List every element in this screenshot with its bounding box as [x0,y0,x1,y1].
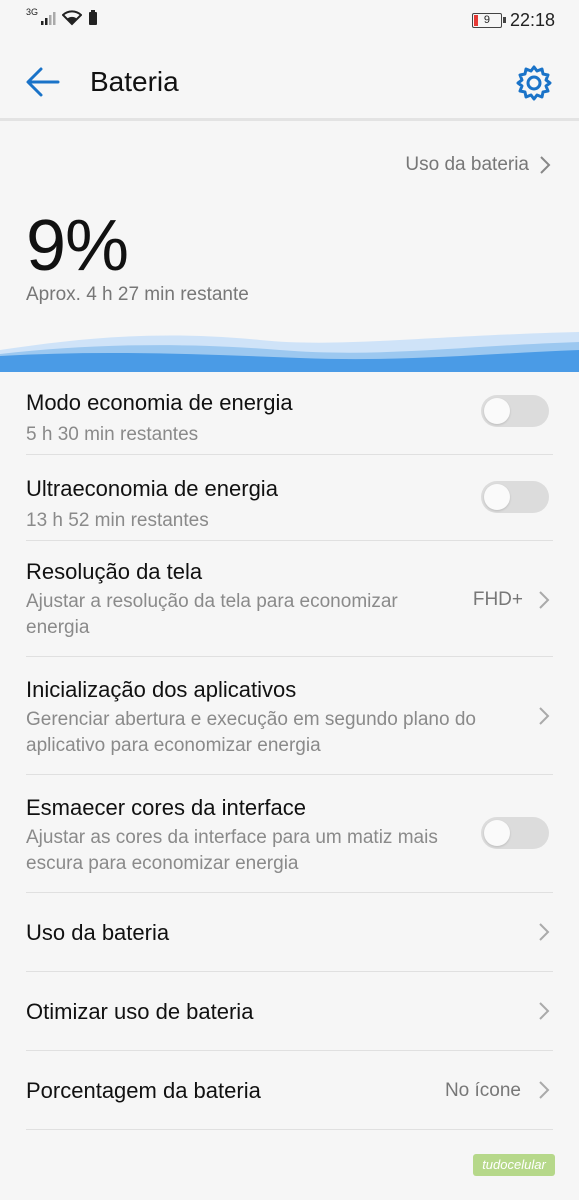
settings-button[interactable] [515,64,553,102]
settings-list: Modo economia de energia 5 h 30 min rest… [0,369,579,1130]
battery-remaining-time: Aprox. 4 h 27 min restante [26,284,249,305]
list-item-battery-percentage[interactable]: Porcentagem da bateria No ícone [26,1051,553,1130]
list-item-title: Resolução da tela [26,559,203,584]
list-item-title: Uso da bateria [26,920,170,945]
list-item-app-launch[interactable]: Inicialização dos aplicativos Gerenciar … [26,657,553,775]
back-button[interactable] [22,64,62,100]
list-item-optimize-battery[interactable]: Otimizar uso de bateria [26,972,553,1051]
list-item-subtitle: 5 h 30 min restantes [26,424,199,445]
status-bar: 3G 9 22:18 [0,0,579,44]
chevron-right-icon [539,591,550,609]
list-item-title: Esmaecer cores da interface [26,795,307,820]
gear-icon [516,65,552,101]
list-item-power-saving-mode[interactable]: Modo economia de energia 5 h 30 min rest… [26,369,553,455]
app-bar: Bateria [0,44,579,120]
status-icons-right: 9 22:18 [471,10,555,31]
list-item-title: Modo economia de energia [26,390,293,415]
list-item-subtitle: 13 h 52 min restantes [26,510,209,531]
battery-percentage-value: No ícone [444,1080,521,1101]
list-item-battery-usage[interactable]: Uso da bateria [26,893,553,972]
battery-usage-link-label: Uso da bateria [405,154,529,175]
wifi-icon [62,10,83,26]
list-item-subtitle: Ajustar a resolução da tela para economi… [26,591,398,638]
page-title: Bateria [90,66,179,97]
clock: 22:18 [509,10,555,30]
battery-level: 9 [483,14,491,26]
battery-percent: 9% [26,206,129,286]
list-item-subtitle: Gerenciar abertura e execução em segundo… [26,709,476,756]
list-item-dim-interface-colors[interactable]: Esmaecer cores da interface Ajustar as c… [26,775,553,893]
status-icons-left: 3G [26,7,98,26]
chevron-right-icon [539,1002,550,1020]
chevron-right-icon [539,923,550,941]
list-item-title: Otimizar uso de bateria [26,999,254,1024]
resolution-value: FHD+ [472,589,523,610]
signal-icon [41,12,56,25]
network-type: 3G [26,7,39,17]
battery-icon: 9 [471,13,506,28]
watermark-logo: tudocelular [473,1154,555,1176]
battery-wave-graphic [0,332,579,372]
header-divider [0,118,579,121]
chevron-right-icon [539,1081,550,1099]
list-item-ultra-power-saving[interactable]: Ultraeconomia de energia 13 h 52 min res… [26,455,553,541]
list-item-title: Ultraeconomia de energia [26,476,278,501]
chevron-right-icon [540,156,551,174]
dim-colors-toggle[interactable] [481,817,549,849]
list-item-subtitle: Ajustar as cores da interface para um ma… [26,827,438,874]
ultra-power-saving-toggle[interactable] [481,481,549,513]
battery-usage-link[interactable]: Uso da bateria [405,154,551,176]
arrow-left-icon [26,67,60,97]
power-saving-toggle[interactable] [481,395,549,427]
list-item-title: Inicialização dos aplicativos [26,677,297,702]
chevron-right-icon [539,707,550,725]
list-item-screen-resolution[interactable]: Resolução da tela Ajustar a resolução da… [26,541,553,657]
battery-saver-icon [89,10,98,25]
